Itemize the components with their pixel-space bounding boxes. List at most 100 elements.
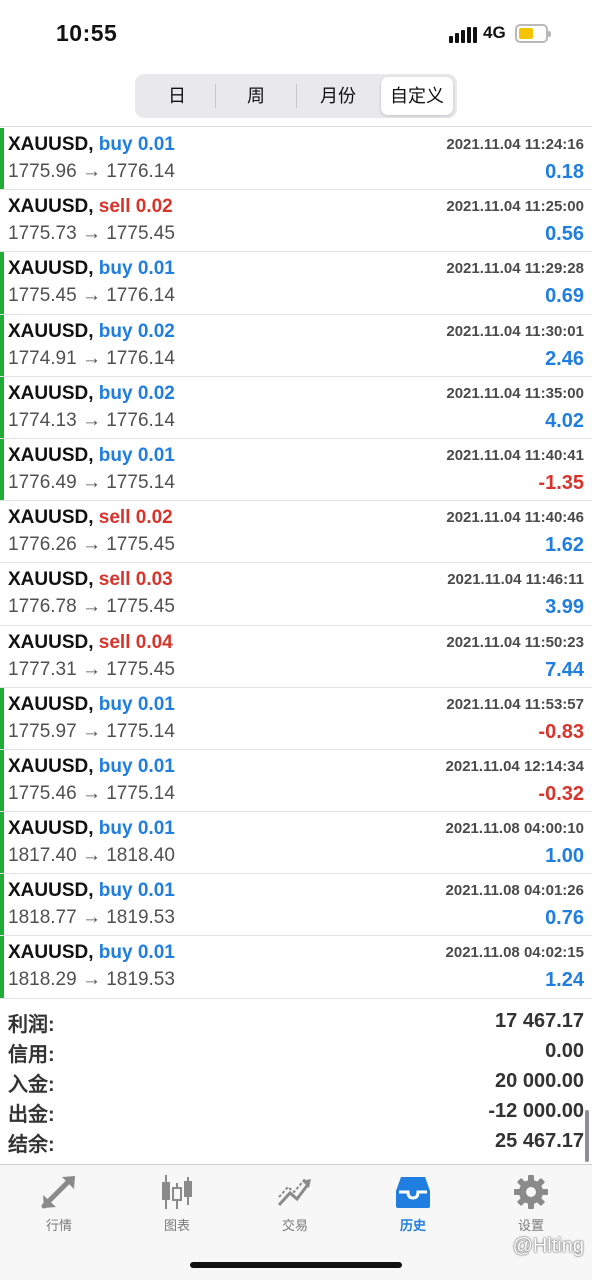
trade-side: sell 0.02 xyxy=(98,196,173,218)
trade-side: sell 0.04 xyxy=(98,631,173,653)
trade-prices: 1775.97 → 1775.14 xyxy=(8,720,175,742)
trade-row[interactable]: XAUUSD, sell 0.02 2021.11.04 11:40:46 17… xyxy=(0,501,592,564)
trade-symbol-side: XAUUSD, sell 0.03 xyxy=(8,569,173,591)
trade-time: 2021.11.04 11:29:28 xyxy=(446,260,584,278)
trade-side: sell 0.03 xyxy=(98,569,173,591)
trade-profit: 0.76 xyxy=(545,907,584,930)
scrollbar[interactable] xyxy=(585,1110,589,1162)
tab-chart-label: 图表 xyxy=(163,1218,190,1233)
trade-row[interactable]: XAUUSD, sell 0.02 2021.11.04 11:25:00 17… xyxy=(0,190,592,253)
trade-symbol: XAUUSD, xyxy=(8,755,94,777)
trade-symbol: XAUUSD, xyxy=(8,693,94,715)
trade-prices: 1775.45 → 1776.14 xyxy=(8,285,175,307)
tab-trade[interactable]: 交易 xyxy=(236,1165,354,1237)
trade-side: buy 0.01 xyxy=(98,818,175,840)
trade-prices: 1776.49 → 1775.14 xyxy=(8,471,175,493)
trade-prices: 1775.46 → 1775.14 xyxy=(8,782,175,804)
trade-profit: 1.00 xyxy=(545,845,584,868)
summary-label: 利润: xyxy=(8,1014,55,1036)
trade-row[interactable]: XAUUSD, buy 0.01 2021.11.08 04:01:26 181… xyxy=(0,874,592,937)
trade-chart-icon xyxy=(277,1177,311,1207)
summary-row: 利润: 17 467.17 xyxy=(0,1008,592,1038)
status-bar: 10:55 4G xyxy=(0,0,592,70)
trade-side: buy 0.01 xyxy=(98,134,175,155)
tab-quotes-label: 行情 xyxy=(45,1218,72,1233)
summary-label: 入金: xyxy=(8,1074,55,1096)
trade-symbol-side: XAUUSD, buy 0.01 xyxy=(8,818,175,840)
trade-prices: 1818.29 → 1819.53 xyxy=(8,969,175,991)
trade-profit: 4.02 xyxy=(545,409,584,432)
trade-profit: 1.62 xyxy=(545,534,584,557)
list-top-divider xyxy=(0,126,592,127)
trade-symbol-side: XAUUSD, buy 0.02 xyxy=(8,321,175,343)
trade-symbol-side: XAUUSD, sell 0.02 xyxy=(8,507,173,529)
trade-prices: 1776.26 → 1775.45 xyxy=(8,534,175,556)
account-summary: 利润: 17 467.17 信用: 0.00 入金: 20 000.00 出金:… xyxy=(0,1008,592,1158)
trade-prices: 1818.77 → 1819.53 xyxy=(8,907,175,929)
status-time: 10:55 xyxy=(56,20,118,46)
trade-row[interactable]: XAUUSD, buy 0.01 2021.11.04 11:24:16 177… xyxy=(0,128,592,191)
trade-side: buy 0.02 xyxy=(98,320,175,342)
trade-symbol: XAUUSD, xyxy=(8,320,94,342)
trade-row[interactable]: XAUUSD, sell 0.04 2021.11.04 11:50:23 17… xyxy=(0,626,592,688)
tab-month[interactable]: 月份 xyxy=(297,77,379,115)
summary-row: 出金: -12 000.00 xyxy=(0,1098,592,1128)
trade-row[interactable]: XAUUSD, buy 0.01 2021.11.04 11:40:41 177… xyxy=(0,438,592,502)
trade-time: 2021.11.04 11:30:01 xyxy=(446,322,584,340)
trade-prices: 1774.91 → 1776.14 xyxy=(8,347,175,369)
trade-time: 2021.11.04 11:35:00 xyxy=(446,384,584,402)
summary-row: 信用: 0.00 xyxy=(0,1038,592,1068)
tab-custom[interactable]: 自定义 xyxy=(381,77,453,115)
trade-symbol: XAUUSD, xyxy=(8,631,94,653)
battery-icon xyxy=(515,24,551,43)
trade-profit: -0.32 xyxy=(538,782,584,805)
trade-symbol: XAUUSD, xyxy=(8,196,94,218)
trade-profit: -0.83 xyxy=(538,720,584,743)
trade-time: 2021.11.04 11:46:11 xyxy=(447,571,584,589)
trade-time: 2021.11.04 11:40:46 xyxy=(446,509,584,527)
trade-symbol-side: XAUUSD, buy 0.01 xyxy=(8,942,175,964)
trade-symbol-side: XAUUSD, buy 0.02 xyxy=(8,383,175,405)
candlestick-icon xyxy=(162,1175,192,1209)
trade-row[interactable]: XAUUSD, buy 0.01 2021.11.04 11:29:28 177… xyxy=(0,252,592,315)
trade-time: 2021.11.04 11:50:23 xyxy=(446,633,584,651)
trade-row[interactable]: XAUUSD, buy 0.02 2021.11.04 11:35:00 177… xyxy=(0,376,592,439)
trade-symbol: XAUUSD, xyxy=(8,942,94,964)
tab-week[interactable]: 周 xyxy=(216,77,296,115)
network-type: 4G xyxy=(483,23,506,42)
trade-profit: 0.56 xyxy=(545,223,584,246)
trade-symbol-side: XAUUSD, sell 0.02 xyxy=(8,196,173,218)
period-segmented-control: 日 周 月份 自定义 xyxy=(135,74,457,118)
trade-side: buy 0.01 xyxy=(98,942,175,964)
trade-symbol: XAUUSD, xyxy=(8,507,94,529)
home-indicator[interactable] xyxy=(190,1262,402,1268)
trade-side: buy 0.02 xyxy=(98,382,175,404)
summary-label: 信用: xyxy=(8,1044,55,1066)
trade-time: 2021.11.04 11:24:16 xyxy=(446,136,584,153)
tab-chart[interactable]: 图表 xyxy=(118,1165,236,1237)
trade-side: buy 0.01 xyxy=(98,693,175,715)
tab-history[interactable]: 历史 xyxy=(354,1165,472,1237)
trade-time: 2021.11.08 04:01:26 xyxy=(445,882,584,900)
watermark: @Hlting xyxy=(512,1235,584,1257)
trade-row[interactable]: XAUUSD, buy 0.01 2021.11.08 04:02:15 181… xyxy=(0,936,592,999)
trade-symbol: XAUUSD, xyxy=(8,569,94,591)
tab-settings[interactable]: 设置 xyxy=(472,1165,590,1237)
trade-symbol-side: XAUUSD, buy 0.01 xyxy=(8,445,175,467)
trade-row[interactable]: XAUUSD, sell 0.03 2021.11.04 11:46:11 17… xyxy=(0,563,592,626)
summary-label: 出金: xyxy=(8,1104,55,1126)
trade-row[interactable]: XAUUSD, buy 0.01 2021.11.08 04:00:10 181… xyxy=(0,812,592,875)
tab-quotes[interactable]: 行情 xyxy=(0,1165,118,1237)
trade-row[interactable]: XAUUSD, buy 0.02 2021.11.04 11:30:01 177… xyxy=(0,314,592,377)
trade-prices: 1817.40 → 1818.40 xyxy=(8,845,175,867)
trade-profit: 0.69 xyxy=(545,285,584,308)
trade-row[interactable]: XAUUSD, buy 0.01 2021.11.04 12:14:34 177… xyxy=(0,749,592,813)
trade-prices: 1777.31 → 1775.45 xyxy=(8,658,175,680)
trade-row[interactable]: XAUUSD, buy 0.01 2021.11.04 11:53:57 177… xyxy=(0,687,592,750)
trade-profit: 3.99 xyxy=(545,596,584,619)
gear-icon xyxy=(514,1175,548,1209)
trade-symbol: XAUUSD, xyxy=(8,818,94,840)
trade-profit: 1.24 xyxy=(545,969,584,992)
trade-side: buy 0.01 xyxy=(98,258,175,280)
tab-day[interactable]: 日 xyxy=(139,77,215,115)
